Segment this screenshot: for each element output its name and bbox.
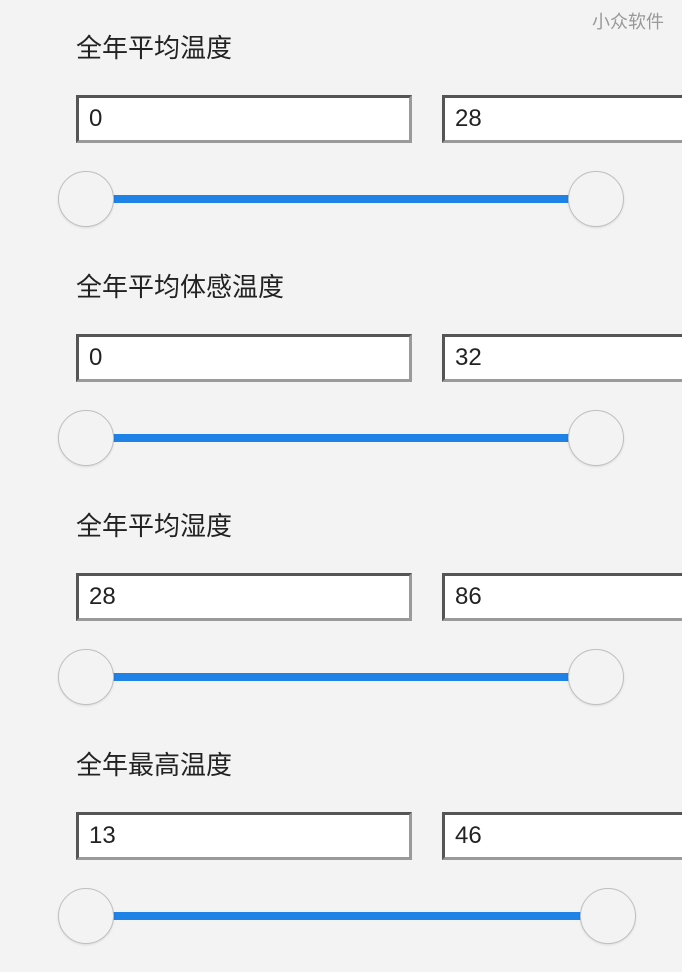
inputs-row — [76, 573, 606, 621]
watermark-text: 小众软件 — [592, 8, 664, 34]
slider-handle-max[interactable] — [568, 649, 624, 705]
min-input[interactable] — [76, 573, 412, 621]
max-input[interactable] — [442, 95, 682, 143]
slider-handle-min[interactable] — [58, 649, 114, 705]
slider-track — [86, 434, 596, 442]
filter-label: 全年平均温度 — [76, 28, 606, 65]
filter-group-max-temp: 全年最高温度 — [76, 745, 606, 944]
slider-handle-max[interactable] — [580, 888, 636, 944]
inputs-row — [76, 95, 606, 143]
slider-handle-max[interactable] — [568, 410, 624, 466]
filter-group-avg-temp: 全年平均温度 — [76, 28, 606, 227]
min-input[interactable] — [76, 334, 412, 382]
min-input[interactable] — [76, 812, 412, 860]
slider-handle-min[interactable] — [58, 410, 114, 466]
slider-track — [86, 195, 596, 203]
slider-handle-max[interactable] — [568, 171, 624, 227]
max-input[interactable] — [442, 573, 682, 621]
filter-label: 全年平均体感温度 — [76, 267, 606, 304]
max-input[interactable] — [442, 334, 682, 382]
range-slider[interactable] — [58, 410, 624, 466]
range-slider[interactable] — [58, 171, 624, 227]
slider-handle-min[interactable] — [58, 888, 114, 944]
range-slider[interactable] — [58, 888, 624, 944]
filter-group-avg-humidity: 全年平均湿度 — [76, 506, 606, 705]
inputs-row — [76, 334, 606, 382]
filter-label: 全年平均湿度 — [76, 506, 606, 543]
range-slider[interactable] — [58, 649, 624, 705]
slider-track — [86, 912, 596, 920]
max-input[interactable] — [442, 812, 682, 860]
slider-track — [86, 673, 596, 681]
filter-panel: 全年平均温度 全年平均体感温度 全年平均湿度 — [0, 0, 682, 944]
filter-group-feels-like-temp: 全年平均体感温度 — [76, 267, 606, 466]
filter-label: 全年最高温度 — [76, 745, 606, 782]
slider-handle-min[interactable] — [58, 171, 114, 227]
min-input[interactable] — [76, 95, 412, 143]
inputs-row — [76, 812, 606, 860]
